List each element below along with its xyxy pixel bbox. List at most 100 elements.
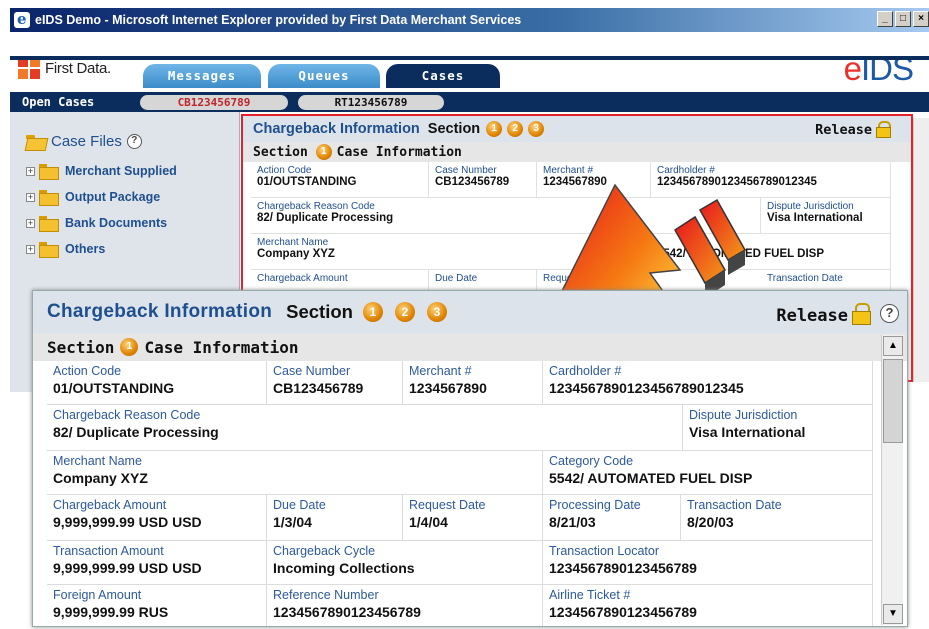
field-label: Processing Date (549, 498, 641, 512)
field-chargeback-cycle: Chargeback Cycle Incoming Collections (267, 541, 543, 585)
field-value: 1234567890123456789 (549, 604, 697, 620)
maximize-button[interactable]: □ (895, 11, 911, 27)
field-merchant-name: Merchant Name Company XYZ (47, 451, 543, 495)
scroll-thumb[interactable] (883, 359, 903, 443)
field-value: 8/20/03 (687, 514, 734, 530)
field-case-number: Case Number CB123456789 (267, 361, 403, 405)
tree-item-merchant-supplied[interactable]: + Merchant Supplied (26, 158, 177, 184)
lock-icon (852, 303, 871, 325)
field-action-code: Action Code 01/OUTSTANDING (47, 361, 267, 405)
field-value: 1/3/04 (273, 514, 312, 530)
first-data-mark-icon (18, 57, 40, 79)
field-label: Cardholder # (549, 364, 622, 378)
field-value: 9,999,999.99 USD USD (53, 560, 202, 576)
open-case-tab-active[interactable]: CB123456789 (140, 94, 288, 110)
field-dispute-jurisdiction: Dispute Jurisdiction Visa International (683, 405, 873, 451)
field-case-number: Case Number CB123456789 (429, 162, 537, 198)
window-titlebar: eIDS Demo - Microsoft Internet Explorer … (10, 8, 929, 32)
close-button[interactable]: × (913, 11, 929, 27)
case-files-header: Case Files ? (26, 133, 142, 150)
panel-title: Chargeback Information (253, 121, 420, 137)
field-category-code: Category Code 5542/ AUTOMATED FUEL DISP (543, 451, 873, 495)
panel-title: Chargeback Information (47, 301, 273, 322)
field-request-date: Request Date 1/4/04 (403, 495, 543, 541)
case-files-tree: + Merchant Supplied + Output Package + B… (26, 158, 177, 262)
tree-item-label: Output Package (65, 190, 161, 204)
tab-underline (10, 56, 929, 60)
release-button[interactable]: Release (815, 120, 891, 138)
internet-explorer-icon (14, 10, 30, 28)
field-label: Transaction Amount (53, 544, 164, 558)
tree-item-label: Merchant Supplied (65, 164, 177, 178)
field-label: Chargeback Amount (257, 273, 348, 284)
section-2-button[interactable]: 2 (394, 302, 415, 322)
window-title: eIDS Demo - Microsoft Internet Explorer … (35, 13, 522, 27)
field-label: Chargeback Cycle (273, 544, 376, 558)
scroll-down-button[interactable]: ▼ (883, 604, 903, 624)
field-merchant-number: Merchant # 1234567890 (403, 361, 543, 405)
section-1-button[interactable]: 1 (486, 121, 503, 137)
background-scrollbar[interactable] (913, 118, 929, 382)
open-folder-icon (26, 134, 45, 149)
field-foreign-amount: Foreign Amount 9,999,999.99 RUS (47, 585, 267, 626)
field-action-code: Action Code 01/OUTSTANDING (251, 162, 429, 198)
tab-messages[interactable]: Messages (143, 64, 261, 88)
scroll-up-button[interactable]: ▲ (883, 336, 903, 356)
field-value: 1234567890123456789 (549, 560, 697, 576)
tab-queues[interactable]: Queues (268, 64, 380, 88)
case-files-title: Case Files (51, 133, 122, 150)
field-label: Dispute Jurisdiction (689, 408, 798, 422)
folder-icon (39, 190, 59, 206)
expand-icon[interactable]: + (26, 218, 35, 228)
section-2-button[interactable]: 2 (507, 121, 524, 137)
field-value: 9,999,999.99 USD USD (53, 514, 202, 530)
tree-item-others[interactable]: + Others (26, 236, 177, 262)
field-label: Action Code (53, 364, 122, 378)
vertical-scrollbar[interactable]: ▲ ▼ (881, 335, 903, 625)
field-value: 5542/ AUTOMATED FUEL DISP (549, 470, 753, 486)
field-value: Incoming Collections (273, 560, 415, 576)
tree-item-output-package[interactable]: + Output Package (26, 184, 177, 210)
folder-icon (39, 216, 59, 232)
field-label: Due Date (273, 498, 326, 512)
section-header: Section 1 Case Information (33, 333, 907, 361)
section-word: Section (427, 121, 481, 137)
section-name: Case Information (336, 144, 462, 160)
field-label: Transaction Locator (549, 544, 660, 558)
field-value: 01/OUTSTANDING (53, 380, 175, 396)
minimize-button[interactable]: _ (877, 11, 893, 27)
field-due-date: Due Date 1/3/04 (267, 495, 403, 541)
section-3-button[interactable]: 3 (528, 121, 545, 137)
help-icon[interactable]: ? (126, 134, 142, 149)
folder-icon (39, 242, 59, 258)
field-label: Merchant # (409, 364, 472, 378)
tree-item-label: Bank Documents (65, 216, 168, 230)
panel-header: Chargeback Information Section 1 2 3 Rel… (243, 116, 911, 142)
field-value: 82/ Duplicate Processing (53, 424, 219, 440)
expand-icon[interactable]: + (26, 244, 35, 254)
field-value: Visa International (767, 212, 863, 224)
open-cases-label: Open Cases (22, 95, 95, 109)
open-case-tab[interactable]: RT123456789 (298, 94, 444, 110)
section-number-badge: 1 (315, 144, 332, 160)
help-icon[interactable]: ? (880, 304, 899, 323)
field-value: Company XYZ (53, 470, 148, 486)
section-3-button[interactable]: 3 (426, 302, 447, 322)
section-1-button[interactable]: 1 (362, 302, 383, 322)
expand-icon[interactable]: + (26, 166, 35, 176)
section-header: Section 1 Case Information (243, 142, 911, 162)
chargeback-panel-zoomed: Chargeback Information Section 1 2 3 Rel… (32, 290, 908, 627)
tree-item-bank-documents[interactable]: + Bank Documents (26, 210, 177, 236)
field-transaction-locator: Transaction Locator 1234567890123456789 (543, 541, 873, 585)
field-label: Transaction Date (687, 498, 782, 512)
field-value: 1234567890123456789 (273, 604, 421, 620)
expand-icon[interactable]: + (26, 192, 35, 202)
field-label: Category Code (549, 454, 634, 468)
section-name: Case Information (144, 337, 299, 357)
field-label: Action Code (257, 165, 312, 176)
release-button[interactable]: Release (776, 303, 871, 326)
field-reason-code: Chargeback Reason Code 82/ Duplicate Pro… (47, 405, 683, 451)
tab-cases[interactable]: Cases (386, 64, 500, 88)
release-label: Release (776, 306, 848, 326)
section-word: Section (286, 301, 353, 322)
